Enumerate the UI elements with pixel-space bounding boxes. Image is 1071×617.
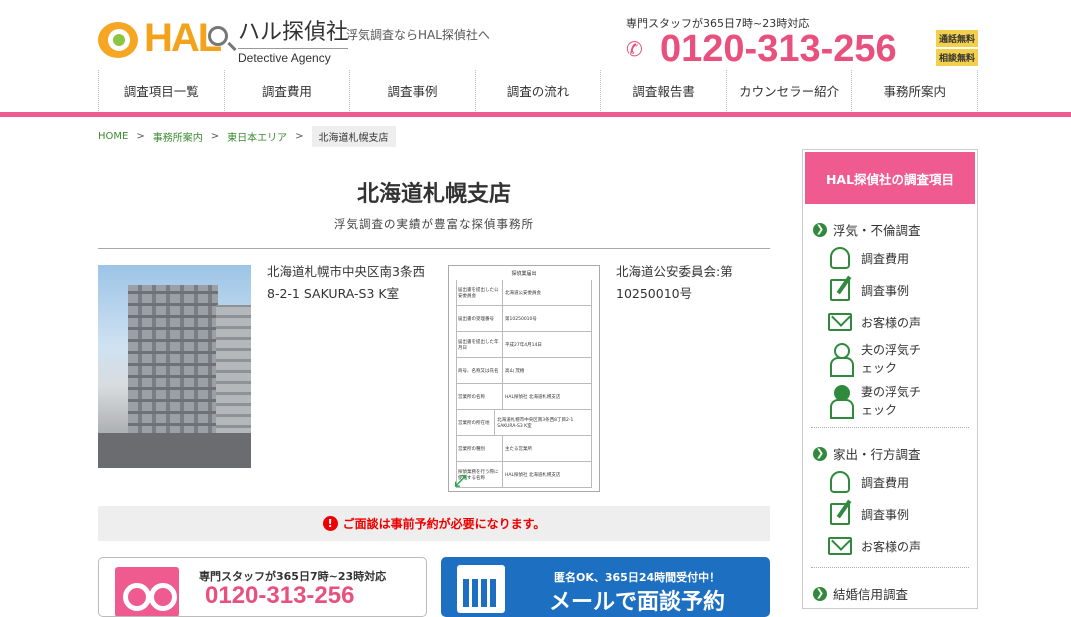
man-icon (827, 343, 854, 377)
edit-icon (827, 277, 853, 303)
logo-name-jp: ハル探偵社 (238, 20, 349, 45)
sidebar-category-label: 家出・行方調査 (833, 447, 921, 462)
sidebar-item-affair-cases[interactable]: 調査事例 (827, 277, 975, 303)
license-document-image[interactable]: 探偵業届出 届出書を提出した公安委員会 北海道公安委員会 届出書の受理番号 第102… (448, 265, 600, 492)
doc-row: 商号、名称又は氏名 高山 茂樹 (456, 358, 592, 384)
doc-row: 届出書の受理番号 第10250010号 (456, 306, 592, 332)
nav-flow[interactable]: 調査の流れ (474, 70, 601, 111)
logo-name-en: Detective Agency (238, 48, 349, 65)
license-number: 北海道公安委員会:第10250010号 (616, 264, 733, 301)
doc-title: 探偵業届出 (511, 271, 537, 277)
breadcrumb-separator: > (295, 131, 304, 142)
office-info: 北海道札幌市中央区南3条西8-2-1 SAKURA-S3 K室 探偵業届出 届出… (98, 249, 770, 509)
breadcrumb-east-japan[interactable]: 東日本エリア (227, 129, 287, 144)
expand-icon[interactable]: ⤢ (454, 471, 467, 491)
alert-icon: ! (322, 516, 338, 531)
sidebar-item-missing-cases[interactable]: 調査事例 (827, 501, 975, 527)
sidebar-item-label: 調査事例 (861, 283, 910, 298)
header-phone-number[interactable]: 0120-313-256 (660, 28, 897, 71)
doc-row: 届出書を提出した年月日 平成27年4月14日 (456, 332, 592, 358)
header-tagline: 浮気調査ならHAL探偵社へ (346, 28, 490, 42)
doc-row: 営業所の種別 主たる営業所 (456, 436, 592, 462)
doc-row: 営業所の所在地 北海道札幌市中央区南3条西8丁目2-1 SAKURA-S3 K室 (456, 410, 592, 436)
breadcrumb: HOME > 事務所案内 > 東日本エリア > 北海道札幌支店 (98, 126, 396, 147)
sidebar-item-missing-voices[interactable]: お客様の声 (827, 533, 975, 559)
sidebar-item-missing-fees[interactable]: 調査費用 (827, 469, 975, 495)
doc-row: 探偵業務を行う際に使用する名称 HAL探偵社 北海道札幌支店 (456, 462, 592, 488)
doc-row: 営業所の名称 HAL探偵社 北海道札幌支店 (456, 384, 592, 410)
site-logo[interactable]: HAL ハル探偵社 Detective Agency (98, 14, 349, 65)
purse-icon (827, 245, 853, 271)
mail-cta-subtext: 匿名OK、365日24時間受付中！ (554, 571, 721, 584)
nav-survey-list[interactable]: 調査項目一覧 (98, 70, 224, 111)
page-title: 北海道札幌支店 (356, 182, 511, 207)
free-call-badge: 通話無料 (936, 30, 978, 47)
sidebar-item-label: 妻の浮気チェック (861, 385, 922, 417)
sidebar-item-label: お客様の声 (861, 539, 922, 554)
sidebar-item-wife-check[interactable]: 妻の浮気チェック (827, 383, 975, 419)
sidebar-category-marriage[interactable]: ❯ 結婚信用調査 (813, 584, 975, 603)
chevron-right-icon: ❯ (813, 446, 827, 461)
sidebar-item-label: 調査費用 (861, 475, 910, 490)
nav-cases[interactable]: 調査事例 (349, 70, 475, 111)
sidebar-item-label: 夫の浮気チェック (861, 343, 922, 375)
nav-counselors[interactable]: カウンセラー紹介 (725, 70, 852, 111)
purse-icon (827, 469, 853, 495)
chevron-right-icon: ❯ (813, 586, 827, 601)
sidebar-item-husband-check[interactable]: 夫の浮気チェック (827, 341, 975, 377)
free-consult-badge: 相談無料 (936, 49, 978, 66)
sidebar-category-affair[interactable]: ❯ 浮気・不倫調査 (813, 220, 975, 239)
phone-cta-button[interactable]: 専門スタッフが365日7時~23時対応 0120-313-256 (98, 557, 427, 617)
nav-fees[interactable]: 調査費用 (223, 70, 350, 111)
woman-icon (827, 385, 854, 419)
header-divider (0, 112, 1071, 117)
reservation-notice-text: ご面談は事前予約が必要になります。 (342, 517, 546, 531)
doc-row: 届出書を提出した公安委員会 北海道公安委員会 (456, 280, 592, 306)
sidebar-divider (811, 567, 969, 568)
office-building-photo (98, 265, 251, 468)
sidebar-category-missing[interactable]: ❯ 家出・行方調査 (813, 444, 975, 463)
phone-cta-number: 0120-313-256 (205, 582, 355, 609)
phone-icon: ✆ (626, 37, 643, 61)
mail-cta-label: メールで面談予約 (549, 590, 726, 615)
breadcrumb-separator: > (210, 131, 220, 142)
breadcrumb-offices[interactable]: 事務所案内 (153, 129, 203, 144)
mail-reservation-button[interactable]: 匿名OK、365日24時間受付中！ メールで面談予約 (441, 557, 770, 617)
sidebar-item-affair-voices[interactable]: お客様の声 (827, 309, 975, 335)
edit-icon (827, 501, 853, 527)
logo-mark: HAL (98, 16, 234, 60)
sidebar-heading: HAL探偵社の調査項目 (805, 152, 975, 204)
calendar-icon (457, 565, 505, 613)
free-badges: 通話無料 相談無料 (936, 30, 978, 68)
mail-icon (827, 309, 853, 335)
breadcrumb-home[interactable]: HOME (98, 131, 128, 142)
breadcrumb-separator: > (136, 131, 145, 142)
nav-reports[interactable]: 調査報告書 (600, 70, 726, 111)
breadcrumb-current: 北海道札幌支店 (311, 126, 396, 147)
sidebar-item-label: お客様の声 (861, 315, 922, 330)
sidebar-category-label: 浮気・不倫調査 (833, 223, 921, 238)
sidebar-item-label: 調査事例 (861, 507, 910, 522)
main-content: 北海道札幌支店 浮気調査の実績が豊富な探偵事務所 北海道札幌市中央区南3条西8-… (98, 150, 770, 509)
sidebar-category-label: 結婚信用調査 (833, 587, 909, 602)
page-subtitle: 浮気調査の実績が豊富な探偵事務所 (334, 217, 534, 231)
sidebar-divider (811, 427, 969, 428)
mail-icon (827, 533, 853, 559)
chevron-right-icon: ❯ (813, 222, 827, 237)
office-address: 北海道札幌市中央区南3条西8-2-1 SAKURA-S3 K室 (267, 264, 425, 301)
site-header: HAL ハル探偵社 Detective Agency 浮気調査ならHAL探偵社へ… (0, 0, 1071, 113)
nav-offices[interactable]: 事務所案内 (851, 70, 979, 111)
sidebar-item-label: 調査費用 (861, 251, 910, 266)
sidebar: HAL探偵社の調査項目 ❯ 浮気・不倫調査 調査費用 調査事例 お客様の声 夫の… (802, 149, 978, 609)
reservation-notice: ! ご面談は事前予約が必要になります。 (98, 506, 770, 541)
magnifier-icon (208, 25, 228, 46)
sidebar-item-affair-fees[interactable]: 調査費用 (827, 245, 975, 271)
free-dial-icon (115, 567, 179, 616)
global-nav: 調査項目一覧 調査費用 調査事例 調査の流れ 調査報告書 カウンセラー紹介 事務… (98, 70, 979, 111)
